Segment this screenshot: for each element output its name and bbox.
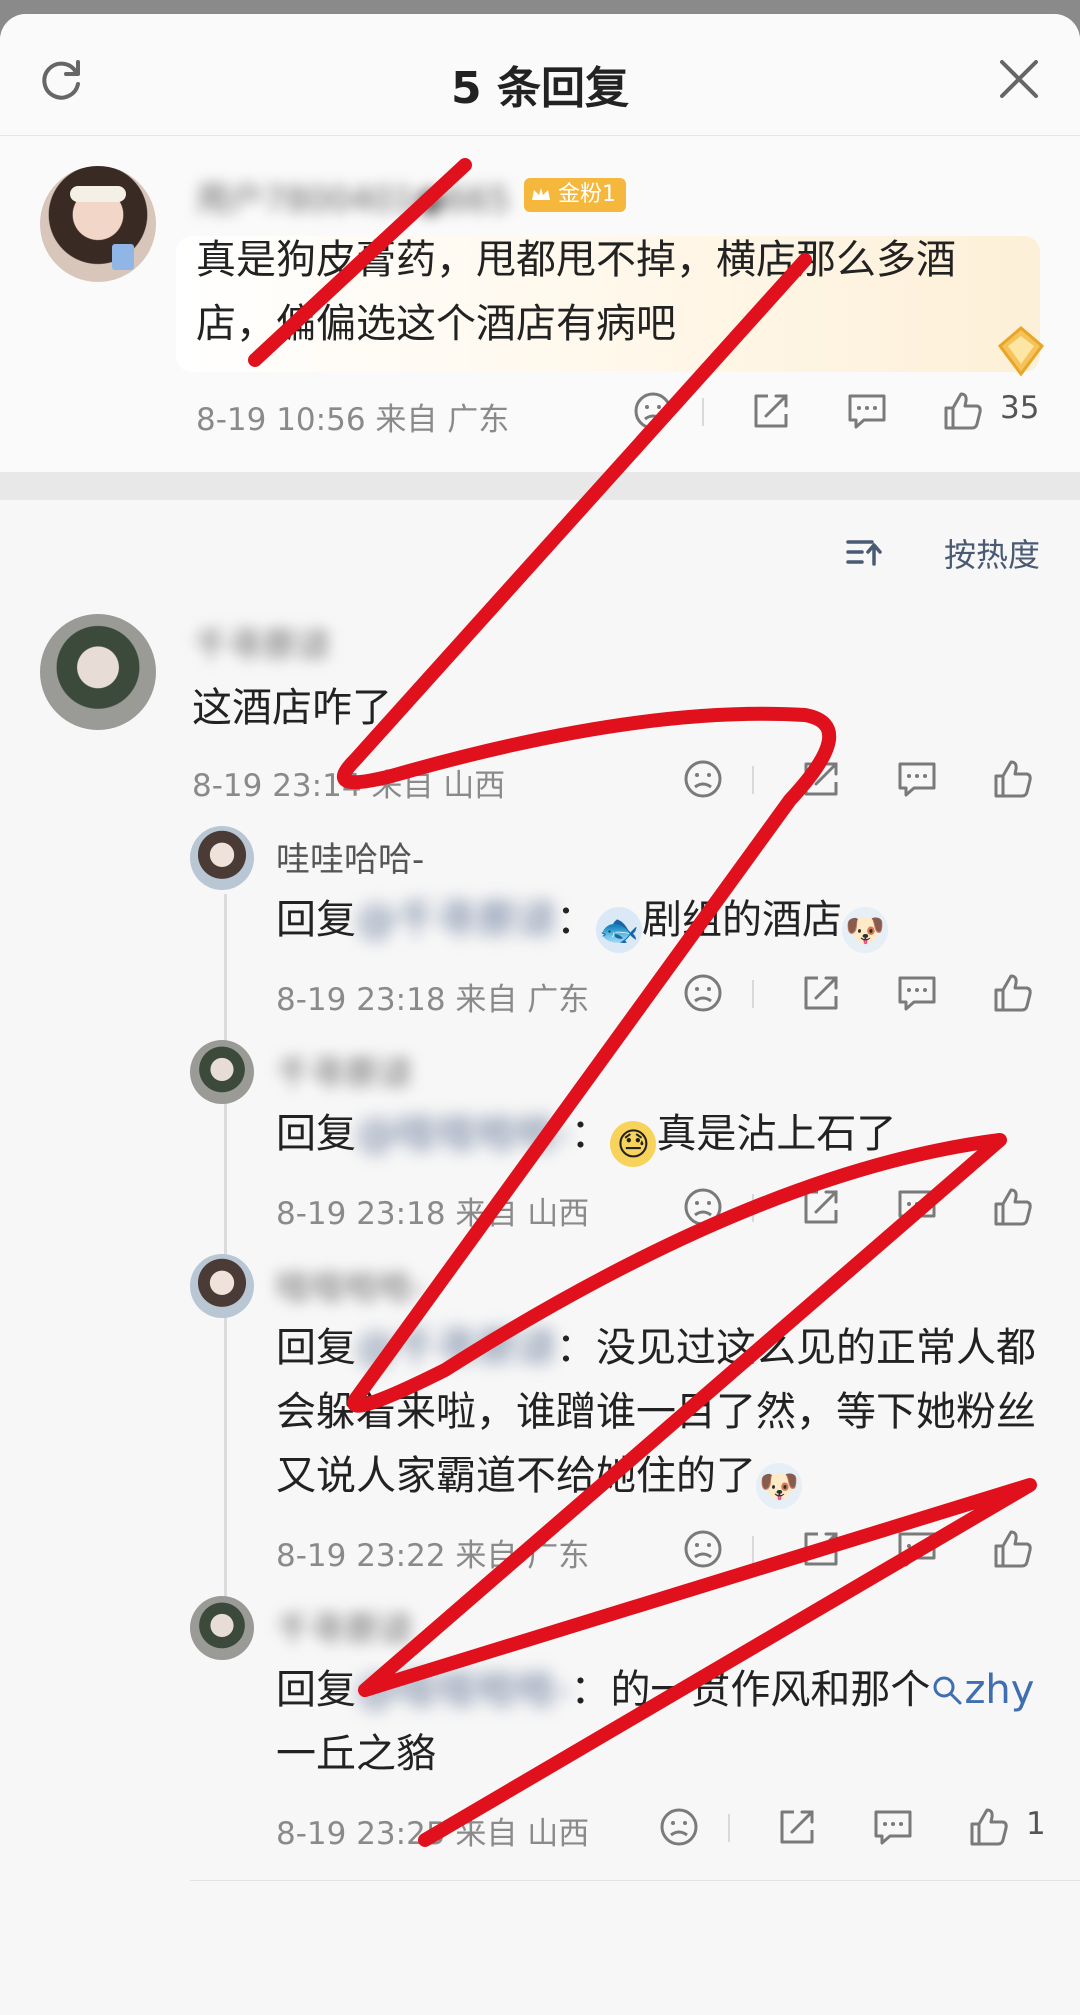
main-comment-avatar[interactable] [40,166,156,282]
crown-icon [532,188,550,200]
dislike-icon[interactable] [656,1804,702,1850]
like-icon[interactable] [940,388,986,434]
dog-emoji-icon: 🐶 [756,1463,802,1509]
share-icon[interactable] [798,756,844,802]
reply-text: 这酒店咋了 [192,685,392,731]
topic-link[interactable]: zhy [930,1667,1034,1713]
sub-reply-avatar[interactable] [190,1040,254,1104]
sheet-header: 5 条回复 [0,14,1080,136]
dislike-icon[interactable] [680,1184,726,1230]
sub-reply-text: 回复@哇哇哈哈-：的一贯作风和那个 zhy一丘之貉 [276,1667,1035,1777]
sub-reply-actions [680,970,1050,1020]
sub-reply-time: 8-19 23:18 来自 广东 [276,982,590,1018]
sub-reply-username[interactable]: 千寻原谅 [276,1602,412,1651]
sort-button[interactable]: 按热度 [944,530,1040,576]
mention-link[interactable]: @千寻原谅 [356,1325,556,1371]
like-count: 35 [1000,390,1040,426]
sort-icon[interactable] [844,534,884,570]
comment-icon[interactable] [894,1526,940,1572]
sub-reply-username[interactable]: 哇哇哈哈- [276,832,424,881]
comment-icon[interactable] [894,970,940,1016]
reply-username[interactable]: 千寻原谅 [194,618,330,667]
sub-reply-text: 回复@千寻原谅：🐟剧组的酒店🐶 [276,888,888,953]
close-icon[interactable] [996,56,1042,102]
sub-reply-time: 8-19 23:25 来自 山西 [276,1816,590,1852]
dog-emoji-icon: 🐶 [842,907,888,953]
share-icon[interactable] [798,1526,844,1572]
sub-reply-avatar[interactable] [190,1254,254,1318]
sub-reply-actions [680,1184,1050,1234]
dislike-icon[interactable] [680,970,726,1016]
sub-reply-username[interactable]: 千寻原谅 [276,1046,412,1095]
share-icon[interactable] [798,1184,844,1230]
sub-reply-text: 回复@千寻原谅：没见过这么见的正常人都会躲着来啦，谁蹭谁一目了然，等下她粉丝又说… [276,1316,1046,1509]
sub-reply-avatar[interactable] [190,1596,254,1660]
search-icon [933,1676,962,1705]
comment-icon[interactable] [844,388,890,434]
main-comment-actions: 35 [630,388,1050,438]
gold-diamond-icon [997,326,1045,377]
section-divider [0,472,1080,500]
mention-link[interactable]: @千寻原谅 [356,897,556,943]
comment-icon[interactable] [894,756,940,802]
sweat-emoji-icon: 😓 [610,1121,657,1167]
share-icon[interactable] [748,388,794,434]
main-comment-text: 真是狗皮膏药，甩都甩不掉，横店那么多酒店，偏偏选这个酒店有病吧 [196,237,956,347]
like-count: 1 [1026,1806,1046,1842]
sub-reply-avatar[interactable] [190,826,254,890]
share-icon[interactable] [774,1804,820,1850]
comment-icon[interactable] [870,1804,916,1850]
like-icon[interactable] [990,1184,1036,1230]
sub-reply-username[interactable]: 哇哇哈哈- [276,1260,424,1309]
sheet-title: 5 条回复 [451,63,629,114]
main-comment-time: 8-19 10:56 来自 广东 [196,402,510,438]
mention-link[interactable]: @哇哇哈哈- [356,1111,570,1157]
reply-actions [680,756,1050,806]
like-icon[interactable] [990,756,1036,802]
list-end-divider [190,1880,1080,1881]
like-icon[interactable] [990,970,1036,1016]
comment-icon[interactable] [894,1184,940,1230]
like-icon[interactable] [990,1526,1036,1572]
main-comment-username[interactable]: 用户7800401●665 [196,172,510,221]
sub-reply-time: 8-19 23:18 来自 山西 [276,1196,590,1232]
sub-reply-actions: 1 [656,1804,1056,1854]
fish-emoji-icon: 🐟 [596,907,642,953]
share-icon[interactable] [798,970,844,1016]
reply-avatar[interactable] [40,614,156,730]
mention-link[interactable]: @哇哇哈哈- [356,1667,570,1713]
gold-fan-badge: 金粉1 [524,178,626,212]
sub-reply-text: 回复@哇哇哈哈-： 😓 真是沾上石了 [276,1102,896,1167]
dislike-icon[interactable] [680,756,726,802]
dislike-icon[interactable] [630,388,676,434]
sub-reply-time: 8-19 23:22 来自 广东 [276,1538,590,1574]
like-icon[interactable] [966,1804,1012,1850]
sub-reply-actions [680,1526,1050,1576]
reply-time: 8-19 23:14 来自 山西 [192,768,506,804]
dislike-icon[interactable] [680,1526,726,1572]
